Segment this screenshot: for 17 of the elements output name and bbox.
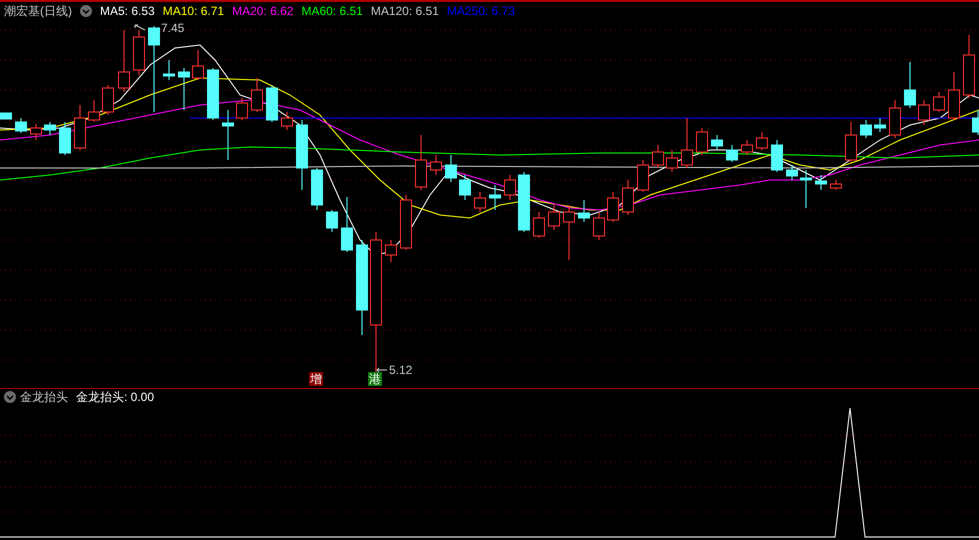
arrow-icon	[134, 24, 146, 32]
moving-average-reading: MA60: 6.51	[301, 3, 363, 20]
collapse-icon[interactable]	[4, 390, 16, 402]
stock-title: 潮宏基(日线)	[4, 3, 72, 20]
moving-average-reading: MA120: 6.51	[370, 3, 439, 20]
arrow-icon	[376, 367, 388, 373]
high-price-label: 7.45	[161, 22, 184, 34]
moving-average-reading: MA5: 6.53	[100, 3, 155, 20]
signal-marker: 港	[368, 372, 382, 386]
indicator-title: 金龙抬头	[20, 388, 68, 406]
low-price-label: 5.12	[389, 364, 412, 376]
signal-marker: 增	[309, 372, 323, 386]
moving-average-reading: MA250: 6.73	[446, 3, 515, 20]
collapse-icon[interactable]	[80, 5, 92, 17]
moving-average-reading: MA20: 6.62	[232, 3, 294, 20]
moving-average-reading: MA10: 6.71	[162, 3, 224, 20]
indicator-reading: 金龙抬头: 0.00	[76, 388, 154, 406]
